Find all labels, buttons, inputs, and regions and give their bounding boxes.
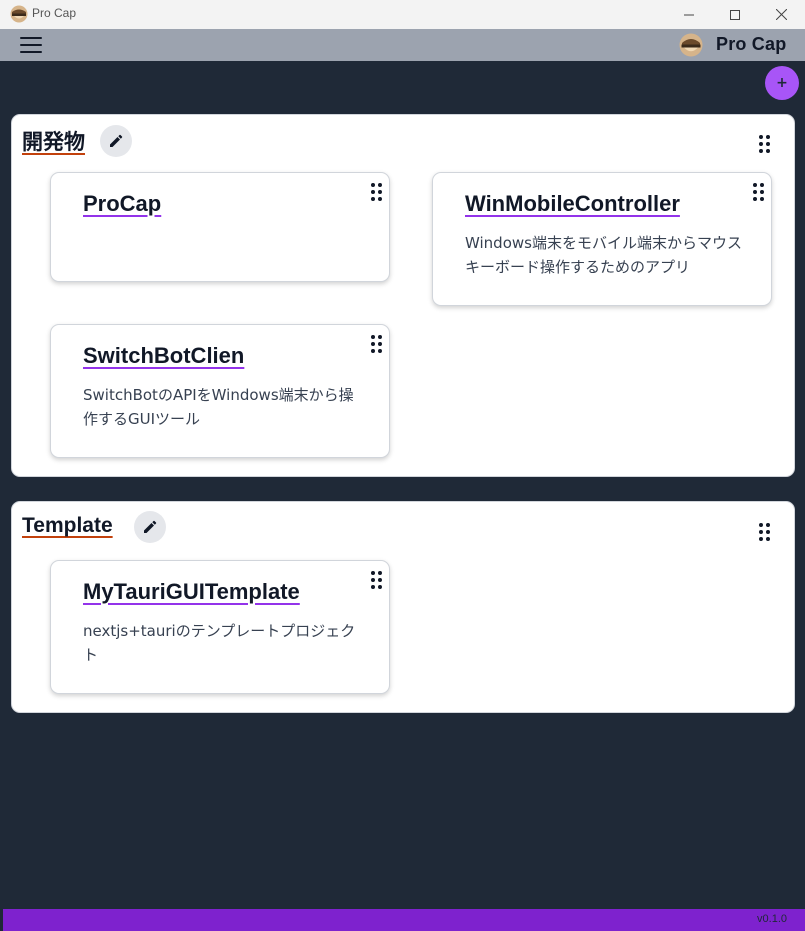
close-button[interactable] <box>758 0 804 29</box>
drag-handle-icon[interactable] <box>371 571 383 589</box>
group-panel: 開発物 ProCap WinMobileController Windows端末… <box>11 114 795 477</box>
app-version: v0.1.0 <box>757 913 787 925</box>
card-title[interactable]: WinMobileController <box>465 191 680 217</box>
app-brand-name: Pro Cap <box>716 34 787 54</box>
app-header: Pro Cap <box>0 29 805 61</box>
minimize-icon <box>684 14 694 15</box>
group-title[interactable]: 開発物 <box>22 126 85 156</box>
project-card[interactable]: WinMobileController Windows端末をモバイル端末からマウ… <box>432 172 772 306</box>
pencil-icon <box>144 520 157 533</box>
card-title[interactable]: ProCap <box>83 191 161 217</box>
card-description: nextjs+tauriのテンプレートプロジェクト <box>83 622 356 664</box>
app-logo-icon <box>10 5 28 23</box>
status-footer: v0.1.0 <box>0 909 805 931</box>
drag-handle-icon[interactable] <box>759 523 771 541</box>
card-title[interactable]: SwitchBotClien <box>83 343 244 369</box>
drag-handle-icon[interactable] <box>371 183 383 201</box>
project-card[interactable]: ProCap <box>50 172 390 282</box>
card-description: SwitchBotのAPIをWindows端末から操作するGUIツール <box>83 386 354 428</box>
minimize-button[interactable] <box>666 0 712 29</box>
maximize-button[interactable] <box>712 0 758 29</box>
group-title[interactable]: Template <box>22 514 113 538</box>
maximize-icon <box>730 9 740 20</box>
edit-group-button[interactable] <box>100 125 132 157</box>
project-card[interactable]: MyTauriGUITemplate nextjs+tauriのテンプレートプロ… <box>50 560 390 694</box>
add-icon: + <box>776 75 788 91</box>
window-titlebar: Pro Cap <box>0 0 805 29</box>
drag-handle-icon[interactable] <box>759 135 771 153</box>
close-icon <box>775 9 787 20</box>
card-description: Windows端末をモバイル端末からマウスキーボード操作するためのアプリ <box>465 234 742 276</box>
hamburger-menu-icon[interactable] <box>20 37 42 53</box>
group-panel: Template MyTauriGUITemplate nextjs+tauri… <box>11 501 795 713</box>
add-group-button[interactable]: + <box>765 66 799 100</box>
app-logo-icon <box>679 33 703 57</box>
window-title: Pro Cap <box>32 6 77 20</box>
pencil-icon <box>110 134 123 147</box>
project-card[interactable]: SwitchBotClien SwitchBotのAPIをWindows端末から… <box>50 324 390 458</box>
drag-handle-icon[interactable] <box>371 335 383 353</box>
drag-handle-icon[interactable] <box>753 183 765 201</box>
edit-group-button[interactable] <box>134 511 166 543</box>
card-title[interactable]: MyTauriGUITemplate <box>83 579 300 605</box>
